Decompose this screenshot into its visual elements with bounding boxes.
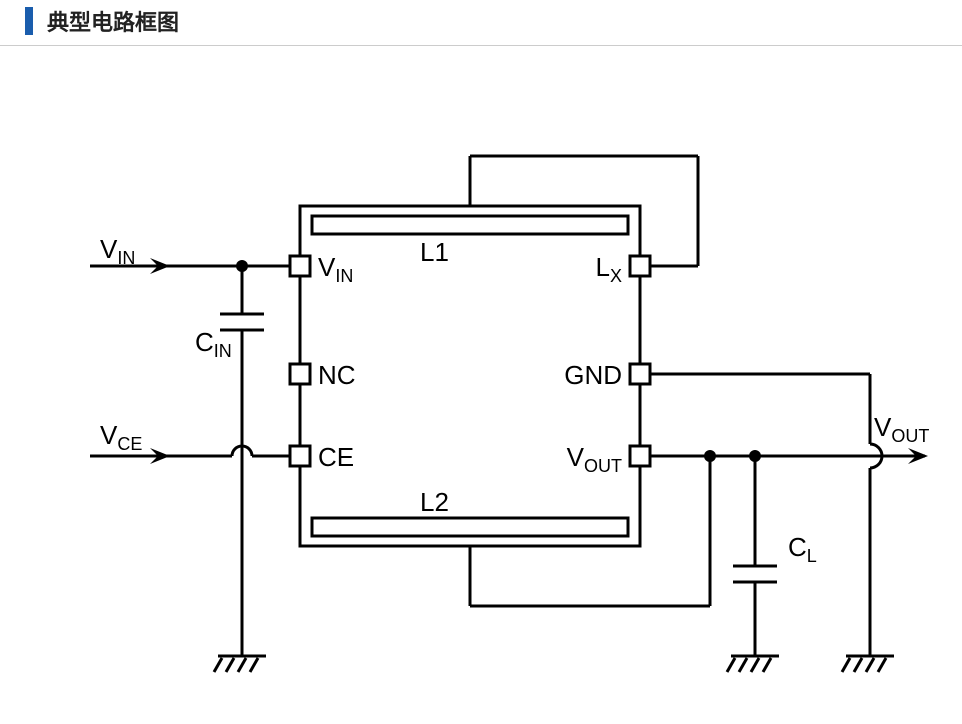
pin-vin-pad <box>290 256 310 276</box>
inductor-l2 <box>312 518 628 536</box>
pin-ce-label: CE <box>318 442 354 472</box>
section-title: 典型电路框图 <box>47 5 179 37</box>
section-header: 典型电路框图 <box>0 0 962 46</box>
l2-label: L2 <box>420 487 449 517</box>
pin-vin-label: VIN <box>318 252 353 286</box>
circuit-diagram: L1 L2 VIN NC CE LX GND VOUT VIN VCE CIN <box>0 46 962 706</box>
pin-lx-label: LX <box>596 252 622 286</box>
cin-label: CIN <box>195 327 232 361</box>
pin-gnd-pad <box>630 364 650 384</box>
cl-label: CL <box>788 532 817 566</box>
vce-ext-label: VCE <box>100 420 142 454</box>
pin-nc-label: NC <box>318 360 356 390</box>
pin-ce-pad <box>290 446 310 466</box>
pin-vout-label: VOUT <box>567 442 622 476</box>
header-accent-bar <box>25 7 33 35</box>
vout-ext-label: VOUT <box>874 412 929 446</box>
pin-lx-pad <box>630 256 650 276</box>
pin-nc-pad <box>290 364 310 384</box>
l1-label: L1 <box>420 237 449 267</box>
pin-gnd-label: GND <box>564 360 622 390</box>
inductor-l1 <box>312 216 628 234</box>
pin-vout-pad <box>630 446 650 466</box>
vin-ext-label: VIN <box>100 234 135 268</box>
